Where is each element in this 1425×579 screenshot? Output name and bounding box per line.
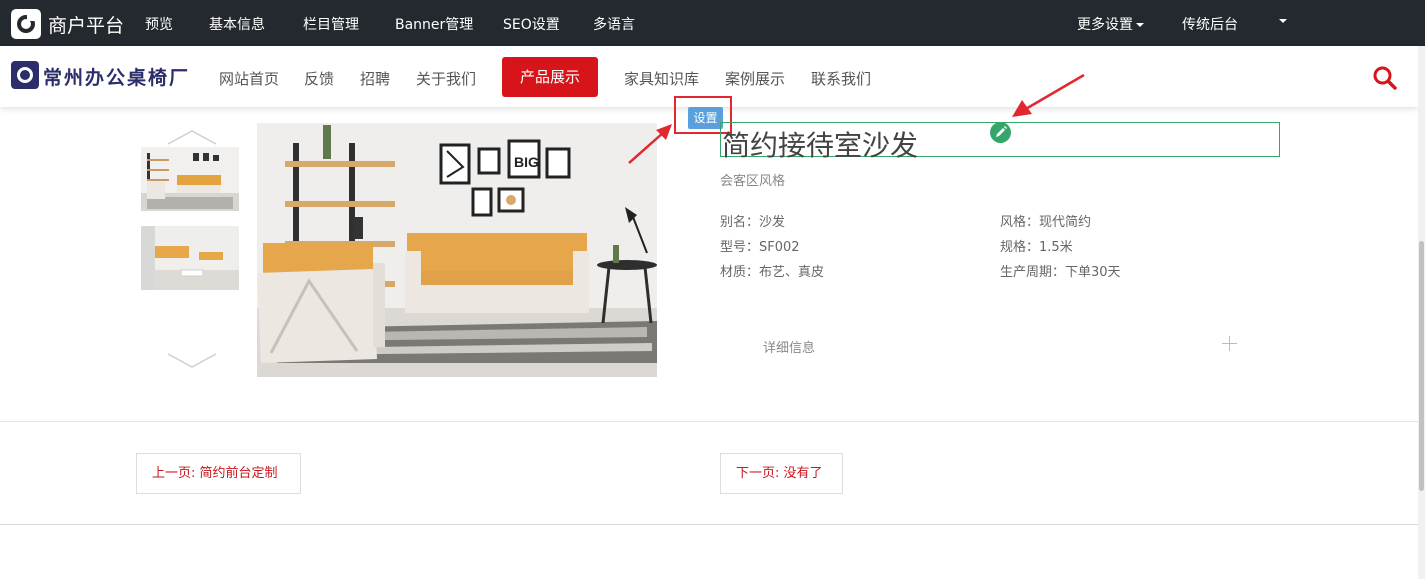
site-logo-icon[interactable] <box>11 61 39 89</box>
account-dropdown[interactable] <box>1276 13 1287 29</box>
product-thumbnail[interactable] <box>141 147 239 211</box>
settings-tag-button[interactable]: 设置 <box>688 107 723 129</box>
spec-lead-time: 生产周期：下单30天 <box>1000 265 1121 280</box>
prev-page-button[interactable]: 上一页: 简约前台定制 <box>136 453 301 494</box>
nav-about[interactable]: 关于我们 <box>416 68 476 89</box>
admin-toolbar: 商户平台 预览 基本信息 栏目管理 Banner管理 SEO设置 多语言 更多设… <box>0 0 1425 46</box>
scrollbar-thumb[interactable] <box>1419 241 1424 491</box>
product-subtitle: 会客区风格 <box>720 174 786 189</box>
product-thumbnail[interactable] <box>141 226 239 290</box>
legacy-backend-link[interactable]: 传统后台 <box>1182 14 1238 34</box>
spec-model: 型号：SF002 <box>720 240 800 255</box>
caret-down-icon <box>1279 19 1287 23</box>
nav-knowledge[interactable]: 家具知识库 <box>624 68 699 89</box>
plus-icon[interactable] <box>1222 336 1237 351</box>
caret-down-icon <box>1136 23 1144 27</box>
page-scrollbar[interactable] <box>1418 46 1425 579</box>
platform-title[interactable]: 商户平台 <box>48 11 124 38</box>
product-main-photo: BIG <box>257 123 657 377</box>
next-page-button[interactable]: 下一页: 没有了 <box>720 453 843 494</box>
annotation-arrow <box>628 124 672 164</box>
admin-menu-columns[interactable]: 栏目管理 <box>303 14 359 34</box>
search-icon[interactable] <box>1372 65 1398 91</box>
svg-text:BIG: BIG <box>514 154 539 170</box>
admin-menu-language[interactable]: 多语言 <box>593 14 635 34</box>
more-settings-label: 更多设置 <box>1077 17 1133 33</box>
admin-menu-seo[interactable]: SEO设置 <box>503 14 560 34</box>
chevron-down-icon[interactable] <box>166 352 218 374</box>
spec-material: 材质：布艺、真皮 <box>720 265 825 280</box>
admin-menu-basic-info[interactable]: 基本信息 <box>209 14 265 34</box>
divider <box>0 421 1418 422</box>
detail-info-toggle[interactable]: 详细信息 <box>763 337 815 356</box>
nav-jobs[interactable]: 招聘 <box>360 68 390 89</box>
spec-style: 风格：现代简约 <box>1000 215 1092 230</box>
nav-contact[interactable]: 联系我们 <box>811 68 871 89</box>
spec-alias: 别名：沙发 <box>720 215 786 230</box>
nav-feedback[interactable]: 反馈 <box>304 68 334 89</box>
admin-menu-preview[interactable]: 预览 <box>145 14 173 34</box>
nav-products[interactable]: 产品展示 <box>502 57 598 97</box>
nav-cases[interactable]: 案例展示 <box>725 68 785 89</box>
nav-home[interactable]: 网站首页 <box>219 68 279 89</box>
divider <box>0 524 1418 525</box>
admin-menu-banner[interactable]: Banner管理 <box>395 14 473 34</box>
annotation-arrow <box>1012 73 1085 117</box>
site-name[interactable]: 常州办公桌椅厂 <box>43 63 190 90</box>
spec-size: 规格：1.5米 <box>1000 240 1073 255</box>
product-title[interactable]: 简约接待室沙发 <box>722 124 918 164</box>
more-settings-dropdown[interactable]: 更多设置 <box>1077 14 1144 34</box>
pencil-icon[interactable] <box>990 122 1011 143</box>
platform-logo-icon[interactable] <box>11 9 41 39</box>
